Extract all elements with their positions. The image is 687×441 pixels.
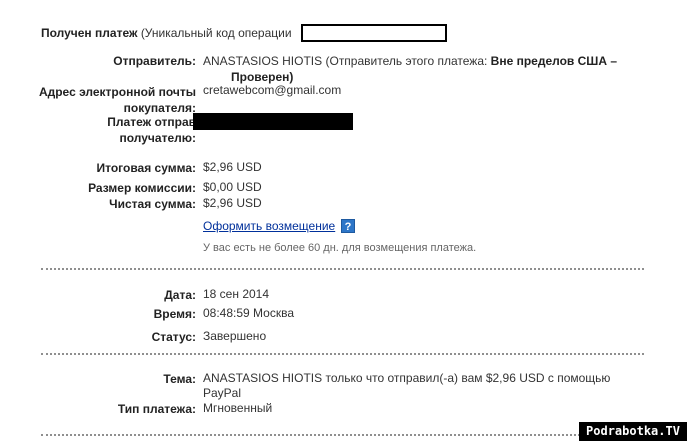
page-title: Получен платеж (Уникальный код операции [41,25,292,41]
separator [41,353,644,355]
payment-type-value: Мгновенный [203,401,273,415]
fee-label: Размер комиссии: [88,181,196,195]
time-value: 08:48:59 Москва [203,306,295,320]
title-bold: Получен платеж [41,26,138,40]
buyer-email-label-line1: Адрес электронной почты [38,85,196,99]
sender-label: Отправитель: [113,54,196,68]
sender-status-prefix: (Отправитель этого платежа: [325,54,488,68]
sent-to-label-line2: получателю: [119,131,196,145]
date-label: Дата: [164,288,196,302]
refund-row: Оформить возмещение [203,218,335,234]
time-label: Время: [153,307,196,321]
payment-type-label: Тип платежа: [117,402,196,416]
recipient-redacted [193,113,353,130]
sender-status-bold: Вне пределов США – [490,54,618,68]
transaction-id-caption: (Уникальный код операции [140,26,292,40]
transaction-id-redacted [301,24,447,42]
separator [41,268,644,270]
status-label: Статус: [151,330,196,344]
sent-to-label-line1: Платеж отправ [107,115,196,129]
help-icon[interactable]: ? [341,219,355,233]
subject-label: Тема: [163,372,196,386]
status-value: Завершено [203,329,267,343]
separator [41,434,644,436]
date-value: 18 сен 2014 [203,287,270,301]
refund-link[interactable]: Оформить возмещение [203,219,335,233]
total-value: $2,96 USD [203,160,262,174]
watermark: Podrabotka.TV [579,422,687,441]
fee-value: $0,00 USD [203,180,262,194]
refund-note: У вас есть не более 60 дн. для возмещени… [203,242,477,254]
sender-value: ANASTASIOS HIOTIS (Отправитель этого пла… [203,53,617,69]
subject-value-line1: ANASTASIOS HIOTIS только что отправил(-а… [203,371,611,385]
net-value: $2,96 USD [203,196,262,210]
subject-value-line2: PayPal [203,386,242,400]
total-label: Итоговая сумма: [96,161,196,175]
sender-name: ANASTASIOS HIOTIS [203,54,323,68]
net-label: Чистая сумма: [109,197,196,211]
buyer-email-value: cretawebcom@gmail.com [203,83,342,97]
